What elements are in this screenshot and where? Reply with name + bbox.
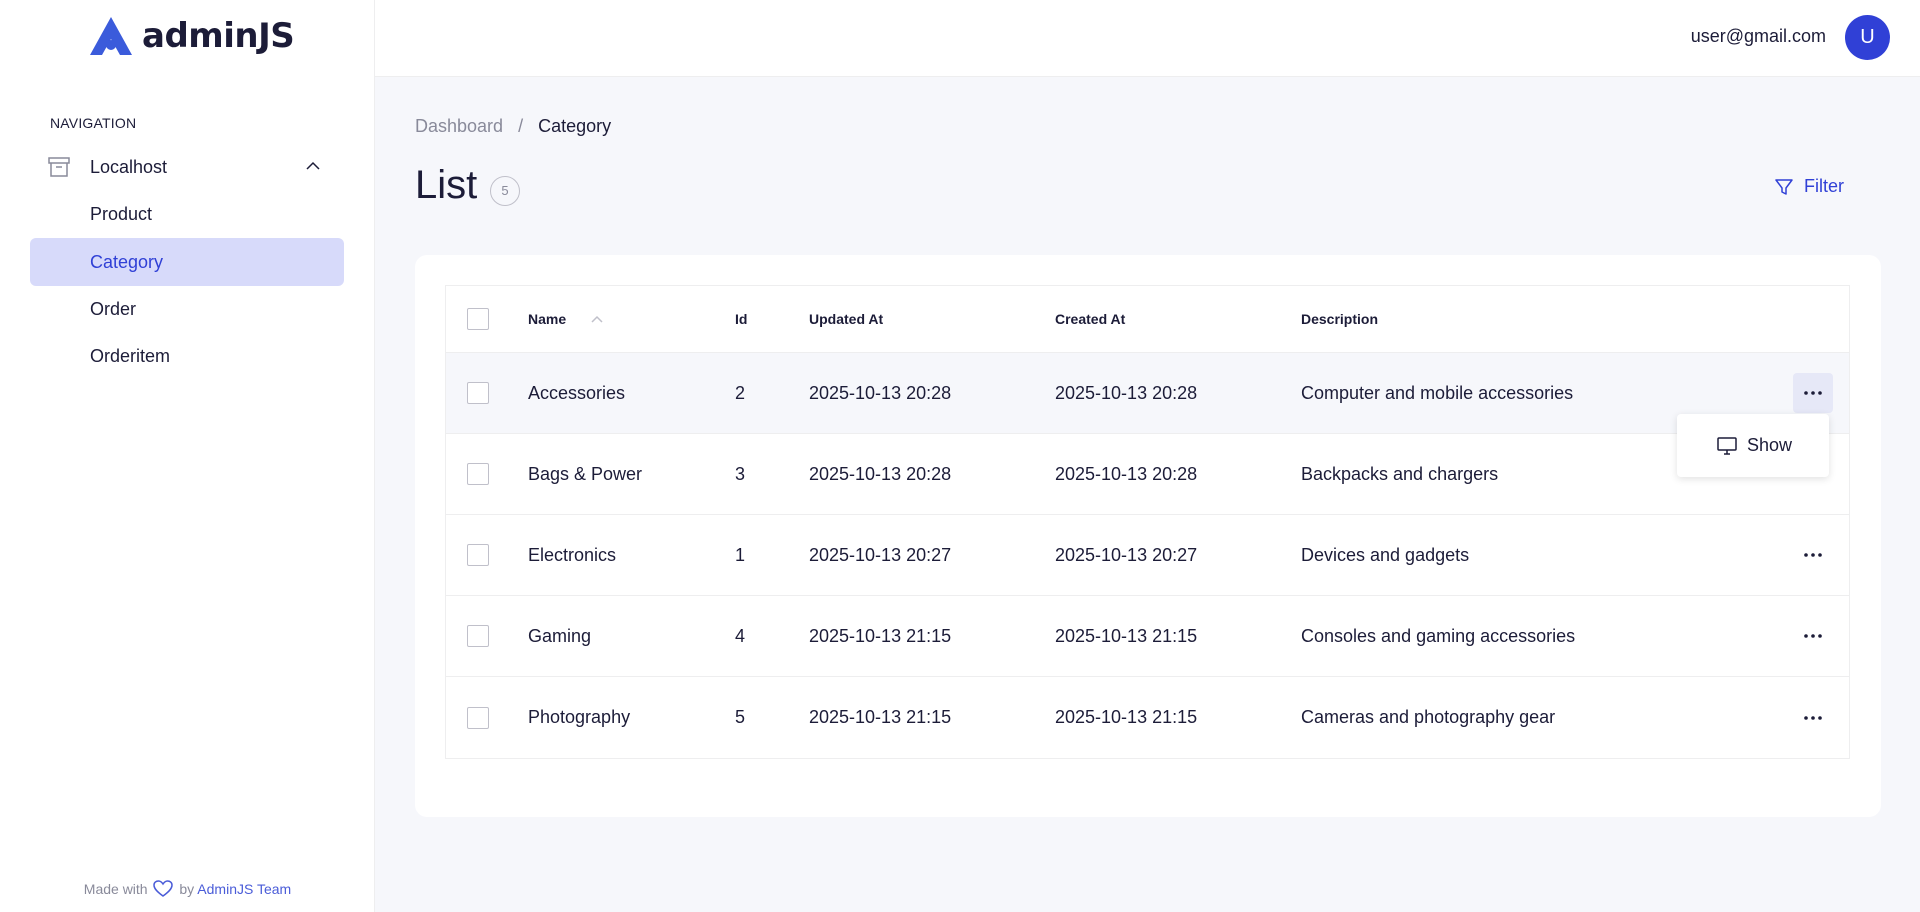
cell-id: 4 [735, 625, 746, 646]
cell-created-at: 2025-10-13 20:27 [1055, 544, 1198, 565]
sidebar-item-orderitem[interactable]: Orderitem [30, 332, 344, 380]
row-actions-button[interactable] [1793, 698, 1833, 738]
chevron-up-icon[interactable] [306, 161, 320, 171]
list-card: Name Id Updated At Created At Descriptio… [415, 255, 1881, 817]
row-checkbox[interactable] [467, 463, 489, 485]
more-horizontal-icon [1804, 553, 1822, 557]
column-name-label: Name [528, 311, 567, 327]
sort-ascending-icon[interactable] [590, 314, 604, 324]
row-actions-button[interactable] [1793, 535, 1833, 575]
navigation-heading: NAVIGATION [50, 115, 137, 131]
made-with-text: Made with [83, 881, 148, 897]
cell-name: Bags & Power [528, 463, 643, 484]
user-email[interactable]: user@gmail.com [1691, 26, 1826, 47]
cell-id: 5 [735, 707, 746, 727]
row-actions-button[interactable] [1793, 373, 1833, 413]
column-header-created-at[interactable]: Created At [1055, 286, 1125, 352]
cell-description: Computer and mobile accessories [1301, 382, 1574, 403]
row-actions-button[interactable] [1793, 616, 1833, 656]
row-checkbox[interactable] [467, 706, 489, 729]
table-row[interactable]: Gaming 4 2025-10-13 21:15 2025-10-13 21:… [446, 596, 1849, 677]
sidebar-footer: Made with by AdminJS Team [0, 880, 375, 898]
sidebar-item-order[interactable]: Order [30, 285, 344, 333]
sidebar-item-category[interactable]: Category [30, 238, 344, 286]
row-checkbox[interactable] [467, 544, 489, 566]
avatar[interactable]: U [1845, 15, 1890, 60]
table-header: Name Id Updated At Created At Descriptio… [446, 286, 1849, 353]
row-checkbox[interactable] [467, 382, 489, 404]
cell-name: Electronics [528, 544, 617, 565]
cell-name: Photography [528, 707, 631, 727]
table-row[interactable]: Photography 5 2025-10-13 21:15 2025-10-1… [446, 677, 1849, 758]
topbar: user@gmail.com U [375, 0, 1920, 77]
show-action-label: Show [1747, 435, 1793, 455]
cell-updated-at: 2025-10-13 21:15 [809, 707, 952, 727]
cell-id: 2 [735, 382, 746, 403]
cell-updated-at: 2025-10-13 20:28 [809, 382, 952, 403]
cell-description: Backpacks and chargers [1301, 463, 1499, 484]
monitor-icon [1717, 436, 1737, 455]
table-row[interactable]: Accessories 2 2025-10-13 20:28 2025-10-1… [446, 353, 1849, 434]
cell-created-at: 2025-10-13 20:28 [1055, 382, 1198, 403]
breadcrumb-separator: / [518, 116, 524, 136]
heart-icon [153, 880, 174, 897]
cell-description: Devices and gadgets [1301, 544, 1470, 565]
cell-description: Cameras and photography gear [1301, 707, 1556, 727]
nav-group-label: Localhost [90, 156, 168, 177]
record-count-badge: 5 [490, 176, 520, 206]
cell-name: Accessories [528, 382, 626, 403]
breadcrumb-dashboard[interactable]: Dashboard [415, 116, 503, 136]
more-horizontal-icon [1804, 715, 1822, 720]
adminjs-logo-icon [90, 17, 132, 55]
adminjs-logo[interactable]: adminJS [90, 16, 295, 56]
column-header-updated-at[interactable]: Updated At [809, 286, 883, 352]
breadcrumb: Dashboard / Category [415, 116, 611, 137]
filter-button[interactable]: Filter [1774, 176, 1844, 197]
table-row[interactable]: Bags & Power 3 2025-10-13 20:28 2025-10-… [446, 434, 1849, 515]
filter-label: Filter [1804, 176, 1844, 196]
column-header-name[interactable]: Name [528, 286, 604, 352]
page-title: List [415, 163, 478, 207]
cell-updated-at: 2025-10-13 21:15 [809, 625, 952, 646]
cell-name: Gaming [528, 625, 592, 646]
more-horizontal-icon [1804, 634, 1822, 638]
records-table: Name Id Updated At Created At Descriptio… [445, 285, 1850, 759]
archive-icon [48, 157, 70, 177]
cell-id: 3 [735, 463, 746, 484]
cell-id: 1 [735, 544, 746, 565]
table-row[interactable]: Electronics 1 2025-10-13 20:27 2025-10-1… [446, 515, 1849, 596]
cell-created-at: 2025-10-13 21:15 [1055, 625, 1198, 646]
cell-created-at: 2025-10-13 20:28 [1055, 463, 1198, 484]
adminjs-team-link[interactable]: AdminJS Team [197, 881, 291, 897]
row-actions-menu-show[interactable]: Show [1677, 414, 1829, 477]
cell-updated-at: 2025-10-13 20:28 [809, 463, 952, 484]
sidebar: adminJS NAVIGATION Localhost Product Cat… [0, 0, 375, 912]
cell-created-at: 2025-10-13 21:15 [1055, 707, 1198, 727]
sidebar-item-product[interactable]: Product [30, 190, 344, 238]
logo-text: adminJS [142, 16, 295, 56]
more-horizontal-icon [1804, 391, 1822, 395]
by-text: by [179, 881, 195, 897]
select-all-checkbox[interactable] [467, 308, 489, 330]
column-header-description[interactable]: Description [1301, 286, 1378, 352]
row-checkbox[interactable] [467, 625, 489, 647]
cell-updated-at: 2025-10-13 20:27 [809, 544, 952, 565]
breadcrumb-current: Category [538, 116, 612, 136]
filter-icon [1775, 178, 1793, 195]
cell-description: Consoles and gaming accessories [1301, 625, 1576, 646]
nav-group-localhost[interactable]: Localhost [30, 147, 344, 187]
column-header-id[interactable]: Id [735, 286, 747, 352]
